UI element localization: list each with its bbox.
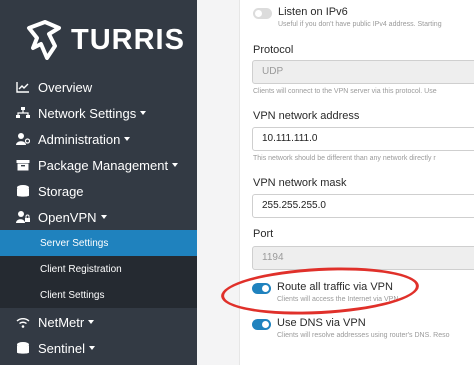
caret-down-icon	[100, 215, 107, 220]
sidebar-item-package-management[interactable]: Package Management	[0, 152, 197, 178]
port-field[interactable]: 1194	[252, 246, 474, 270]
listen-ipv6-help: Useful if you don't have public IPv4 add…	[278, 21, 442, 28]
sidebar-item-label: NetMetr	[38, 314, 85, 330]
port-label: Port	[253, 228, 274, 240]
brand-name: TURRIS	[71, 23, 185, 56]
vpn-network-address-label: VPN network address	[253, 110, 360, 122]
protocol-field[interactable]: UDP	[252, 60, 474, 84]
listen-ipv6-toggle[interactable]	[253, 8, 272, 19]
sidebar-item-label: Administration	[38, 131, 121, 147]
box-icon	[16, 158, 30, 172]
database-icon	[16, 341, 30, 355]
sidebar-item-label: Sentinel	[38, 340, 85, 356]
sidebar-item-storage[interactable]: Storage	[0, 178, 197, 204]
sidebar-item-overview[interactable]: Overview	[0, 74, 197, 100]
vpn-network-address-help: This network should be different than an…	[253, 155, 436, 162]
wifi-icon	[16, 315, 30, 329]
use-dns-help: Clients will resolve addresses using rou…	[277, 332, 450, 339]
vpn-network-mask-label: VPN network mask	[253, 177, 347, 189]
sidebar-item-sentinel[interactable]: Sentinel	[0, 335, 197, 361]
sidebar-item-label: Storage	[38, 183, 84, 199]
protocol-label: Protocol	[253, 44, 294, 56]
sidebar-subitem-client-settings[interactable]: Client Settings	[0, 282, 197, 308]
sidebar-subitem-label: Client Settings	[40, 289, 105, 301]
caret-down-icon	[140, 111, 147, 116]
sidebar-item-label: Network Settings	[38, 105, 137, 121]
sidebar-subitem-label: Client Registration	[40, 263, 122, 275]
sidebar-item-label: Package Management	[38, 157, 169, 173]
user-lock-icon	[16, 210, 30, 224]
use-dns-toggle[interactable]	[252, 319, 271, 330]
listen-ipv6-label: Listen on IPv6	[278, 6, 348, 18]
network-icon	[16, 106, 30, 120]
caret-down-icon	[172, 163, 179, 168]
sidebar-item-administration[interactable]: Administration	[0, 126, 197, 152]
sidebar-item-label: Overview	[38, 79, 93, 95]
turris-logo[interactable]: TURRIS	[25, 18, 185, 62]
caret-down-icon	[124, 137, 131, 142]
use-dns-label: Use DNS via VPN	[277, 317, 366, 329]
sidebar-item-network-settings[interactable]: Network Settings	[0, 100, 197, 126]
sidebar-subitem-server-settings[interactable]: Server Settings	[0, 230, 197, 256]
sidebar-item-openvpn[interactable]: OpenVPN	[0, 204, 197, 230]
user-gear-icon	[16, 132, 30, 146]
sidebar: TURRIS Overview Network Settings Adminis…	[0, 0, 197, 365]
database-icon	[16, 184, 30, 198]
caret-down-icon	[88, 346, 95, 351]
line-chart-icon	[16, 80, 30, 94]
sidebar-item-netmetr[interactable]: NetMetr	[0, 309, 197, 335]
vpn-network-address-input[interactable]: 10.111.111.0	[252, 127, 474, 151]
sidebar-subitem-label: Server Settings	[40, 237, 109, 249]
sidebar-item-label: OpenVPN	[38, 209, 97, 225]
caret-down-icon	[88, 320, 95, 325]
turris-logo-icon	[27, 20, 61, 60]
protocol-help: Clients will connect to the VPN server v…	[253, 88, 437, 95]
vpn-network-mask-input[interactable]: 255.255.255.0	[252, 194, 474, 218]
sidebar-subitem-client-registration[interactable]: Client Registration	[0, 256, 197, 282]
